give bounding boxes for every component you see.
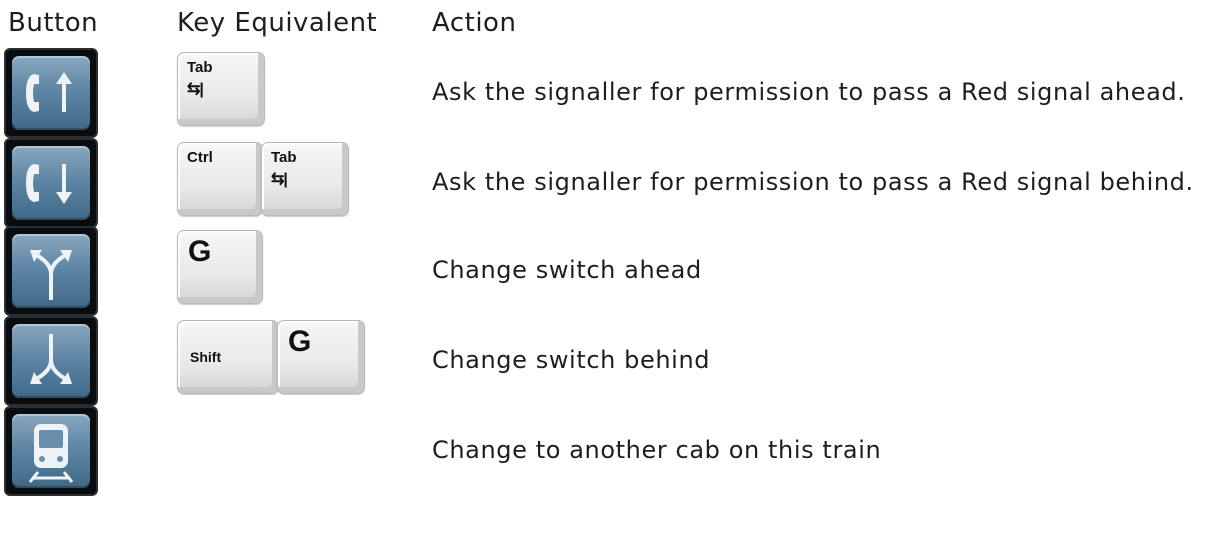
g-key: G [177,230,263,304]
train-cab-icon [28,424,74,483]
tab-key: Tab ⇆| [261,142,349,216]
action-text: Change to another cab on this train [432,436,882,464]
key-label: Tab [271,149,297,166]
key-label: G [188,235,212,268]
header-action: Action [432,8,517,38]
ctrl-key: Ctrl [177,142,263,216]
header-button: Button [8,8,99,38]
phone-down-icon [26,164,72,204]
phone-up-icon [26,72,72,112]
phone-down-button[interactable] [6,140,96,226]
tab-arrows-icon: ⇆| [187,81,204,98]
table-row: Change to another cab on this train [0,408,1226,500]
header-key-equivalent: Key Equivalent [177,8,378,38]
table-row: Shift G Change switch behind [0,318,1226,410]
tab-arrows-icon: ⇆| [271,171,288,188]
action-text: Change switch ahead [432,256,702,284]
shift-key: Shift [177,320,279,394]
switch-behind-icon [30,334,72,384]
switch-behind-button[interactable] [6,318,96,404]
key-label: Shift [190,349,222,365]
phone-up-button[interactable] [6,50,96,136]
table-row: Tab ⇆| Ask the signaller for permission … [0,50,1226,142]
switch-ahead-button[interactable] [6,228,96,314]
key-label: Tab [187,59,213,76]
action-text: Ask the signaller for permission to pass… [432,168,1194,196]
table-row: Ctrl Tab ⇆| Ask the signaller for permis… [0,140,1226,232]
switch-ahead-icon [30,250,72,300]
g-key: G [277,320,365,394]
tab-key: Tab ⇆| [177,52,265,126]
train-cab-button[interactable] [6,408,96,494]
action-text: Change switch behind [432,346,711,374]
table-row: G Change switch ahead [0,228,1226,320]
action-text: Ask the signaller for permission to pass… [432,78,1186,106]
key-label: Ctrl [187,149,213,166]
key-label: G [288,325,312,358]
